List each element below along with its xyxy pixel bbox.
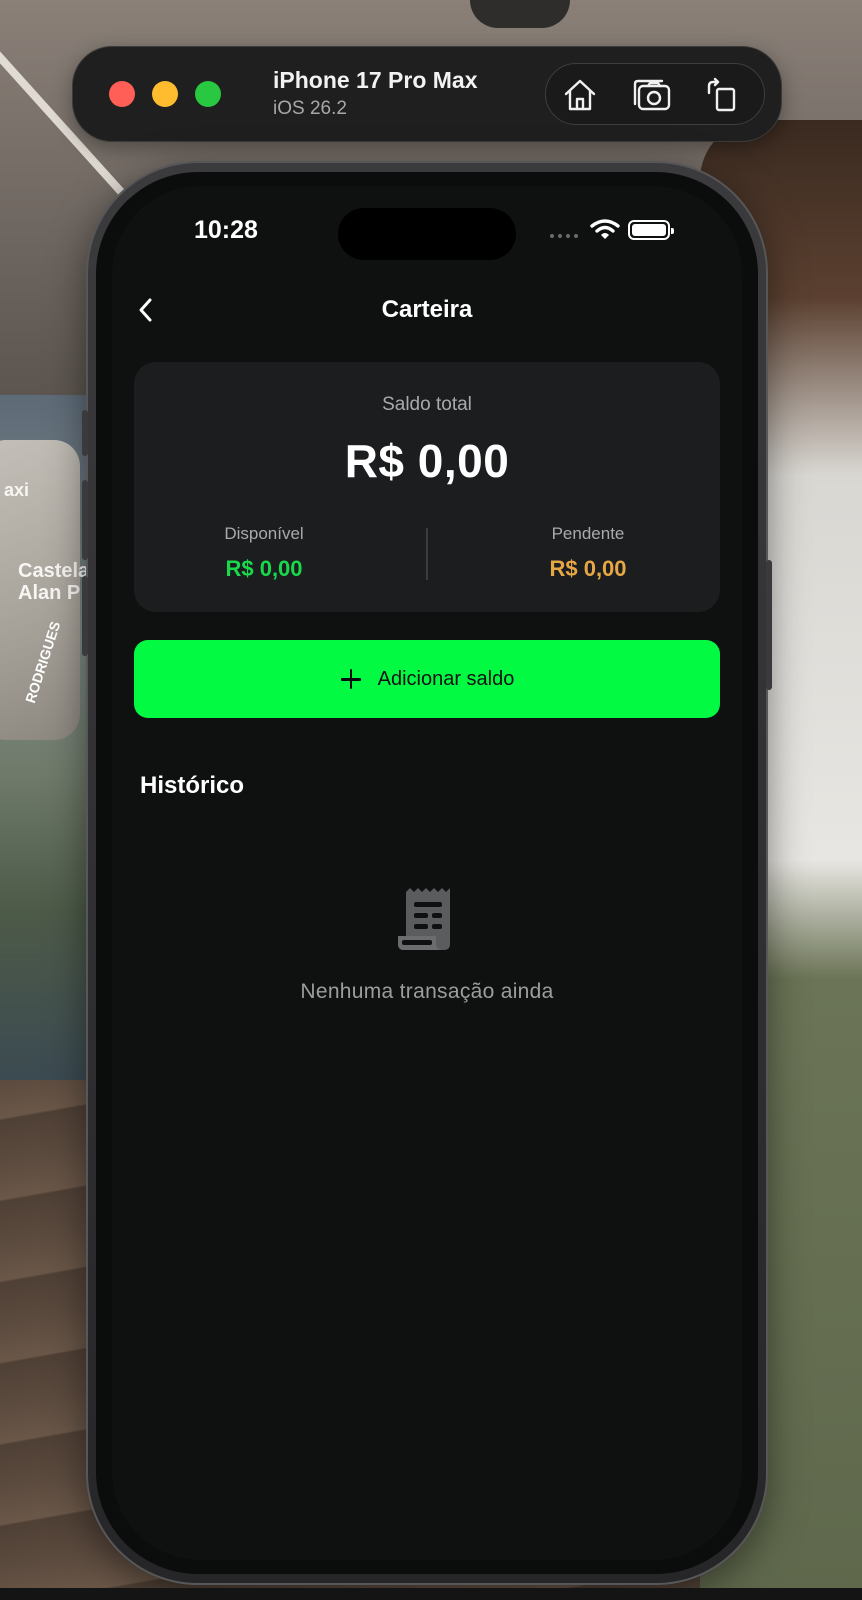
map-widget-text: axi (4, 480, 30, 500)
device-name: iPhone 17 Pro Max (273, 67, 478, 93)
add-balance-label: Adicionar saldo (377, 667, 515, 690)
map-widget-text: Alan P (18, 582, 81, 604)
minimize-window-button[interactable] (152, 81, 178, 107)
zoom-window-button[interactable] (195, 81, 221, 107)
simulator-toolbar: iPhone 17 Pro Max iOS 26.2 (72, 46, 782, 142)
rotate-button[interactable] (702, 76, 742, 114)
available-balance-value: R$ 0,00 (225, 556, 303, 581)
cellular-signal-icon (550, 234, 578, 238)
volume-down-button (82, 576, 88, 656)
screenshot-button[interactable] (632, 76, 672, 114)
receipt-icon (398, 888, 450, 950)
page-title: Carteira (381, 296, 473, 323)
plus-icon (340, 668, 362, 690)
wallpaper-lamp (470, 0, 570, 28)
dynamic-island (338, 208, 516, 260)
rotate-icon (707, 77, 736, 112)
pending-balance-value: R$ 0,00 (549, 556, 627, 581)
phone-screen: 10:28 Carteira Saldo total R$ 0,00 Dispo… (112, 186, 742, 1560)
battery-icon (628, 220, 674, 240)
side-power-button (766, 560, 772, 690)
os-version: iOS 26.2 (273, 98, 347, 119)
pending-balance: Pendente R$ 0,00 (478, 524, 698, 582)
volume-up-button (82, 480, 88, 560)
home-icon (564, 79, 596, 111)
available-balance-label: Disponível (224, 524, 304, 543)
close-window-button[interactable] (109, 81, 135, 107)
pending-balance-label: Pendente (551, 524, 625, 543)
screenshot-icon (633, 79, 671, 111)
status-time: 10:28 (194, 216, 258, 244)
home-button[interactable] (560, 76, 600, 114)
total-balance-value: R$ 0,00 (344, 435, 510, 487)
history-title: Histórico (140, 772, 245, 799)
add-balance-button[interactable]: Adicionar saldo (134, 640, 720, 718)
total-balance-label: Saldo total (382, 394, 472, 415)
map-widget-text: Castela (18, 560, 90, 582)
action-button (82, 410, 88, 456)
simulator-actions (545, 63, 765, 125)
desktop-bottom-strip (0, 1588, 862, 1600)
balance-card: Saldo total R$ 0,00 Disponível R$ 0,00 P… (134, 362, 720, 612)
wifi-icon (590, 219, 620, 239)
balance-divider (426, 528, 428, 580)
empty-history-message: Nenhuma transação ainda (300, 980, 554, 1003)
available-balance: Disponível R$ 0,00 (154, 524, 374, 582)
